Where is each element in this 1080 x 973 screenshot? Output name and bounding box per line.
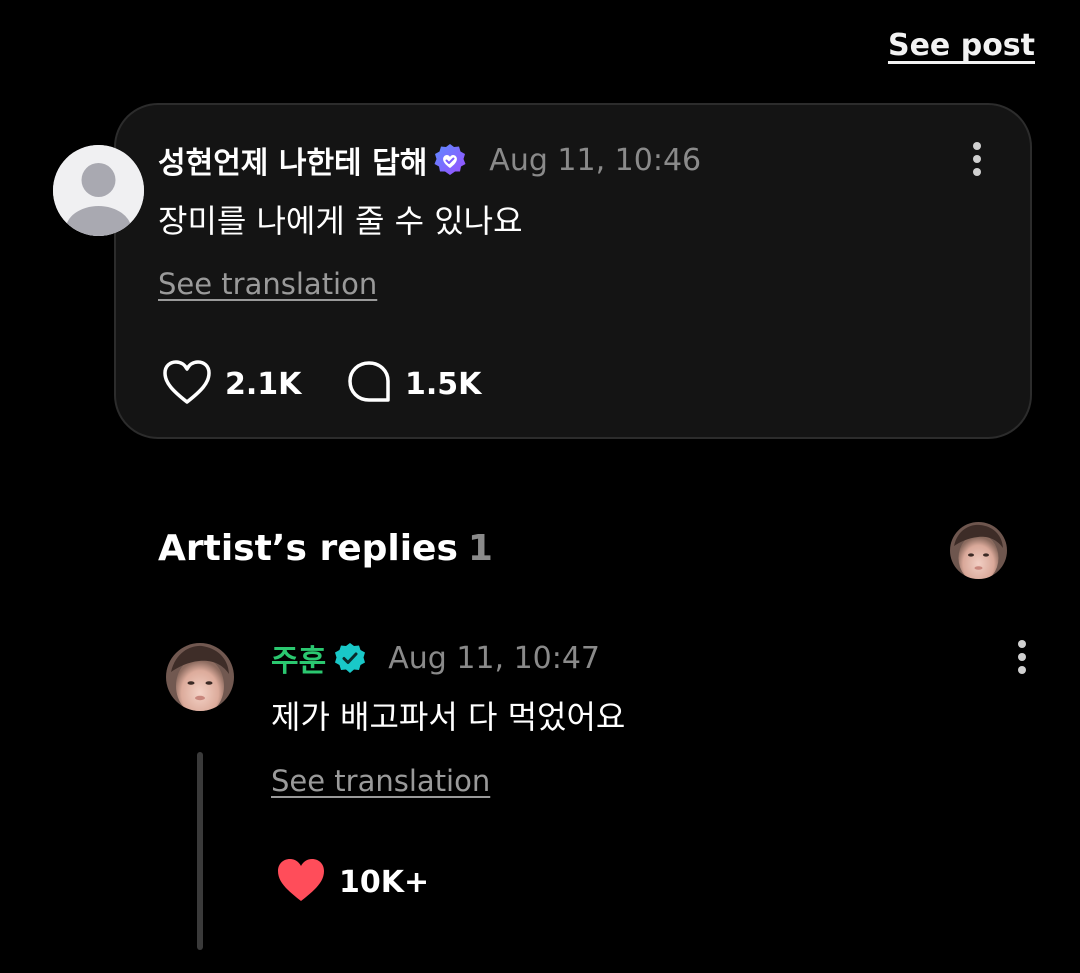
- artist-replies-count: 1: [467, 528, 493, 569]
- post-like-count: 2.1K: [225, 366, 302, 402]
- reply-more-kebab-icon[interactable]: [1016, 640, 1028, 680]
- post-timestamp: Aug 11, 10:46: [489, 142, 702, 178]
- heart-check-badge-icon: [433, 143, 467, 177]
- post-text: 장미를 나에게 줄 수 있나요: [158, 202, 523, 240]
- reply-header: 주훈 Aug 11, 10:47: [271, 636, 600, 680]
- see-post-link[interactable]: See post: [888, 28, 1035, 63]
- post-comment-count: 1.5K: [405, 366, 482, 402]
- post-see-translation-link[interactable]: See translation: [158, 267, 377, 301]
- post-header: 성현언제 나한테 답해 Aug 11, 10:46: [158, 138, 701, 182]
- thread-line: [197, 752, 203, 950]
- post-like-button[interactable]: 2.1K: [161, 358, 301, 410]
- check-badge-icon: [334, 642, 366, 674]
- post-comment-button[interactable]: 1.5K: [345, 358, 481, 410]
- artist-replies-label: Artist’s replies: [158, 528, 458, 569]
- reply-author-name[interactable]: 주훈: [271, 636, 326, 680]
- post-author-name[interactable]: 성현언제 나한테 답해: [158, 138, 427, 182]
- reply-see-translation-link[interactable]: See translation: [271, 764, 490, 798]
- reply-like-button[interactable]: 10K+: [275, 856, 429, 908]
- heart-outline-icon: [161, 358, 213, 410]
- heart-filled-icon: [275, 856, 327, 908]
- artist-replies-title: Artist’s replies 1: [158, 528, 493, 569]
- comment-bubble-icon: [345, 358, 393, 410]
- artist-avatar-small[interactable]: [950, 522, 1007, 579]
- artist-avatar[interactable]: [166, 643, 234, 711]
- default-avatar-icon[interactable]: [53, 145, 144, 236]
- reply-text: 제가 배고파서 다 먹었어요: [271, 698, 626, 736]
- post-more-kebab-icon[interactable]: [971, 142, 983, 182]
- reply-like-count: 10K+: [339, 864, 430, 900]
- reply-timestamp: Aug 11, 10:47: [388, 640, 601, 676]
